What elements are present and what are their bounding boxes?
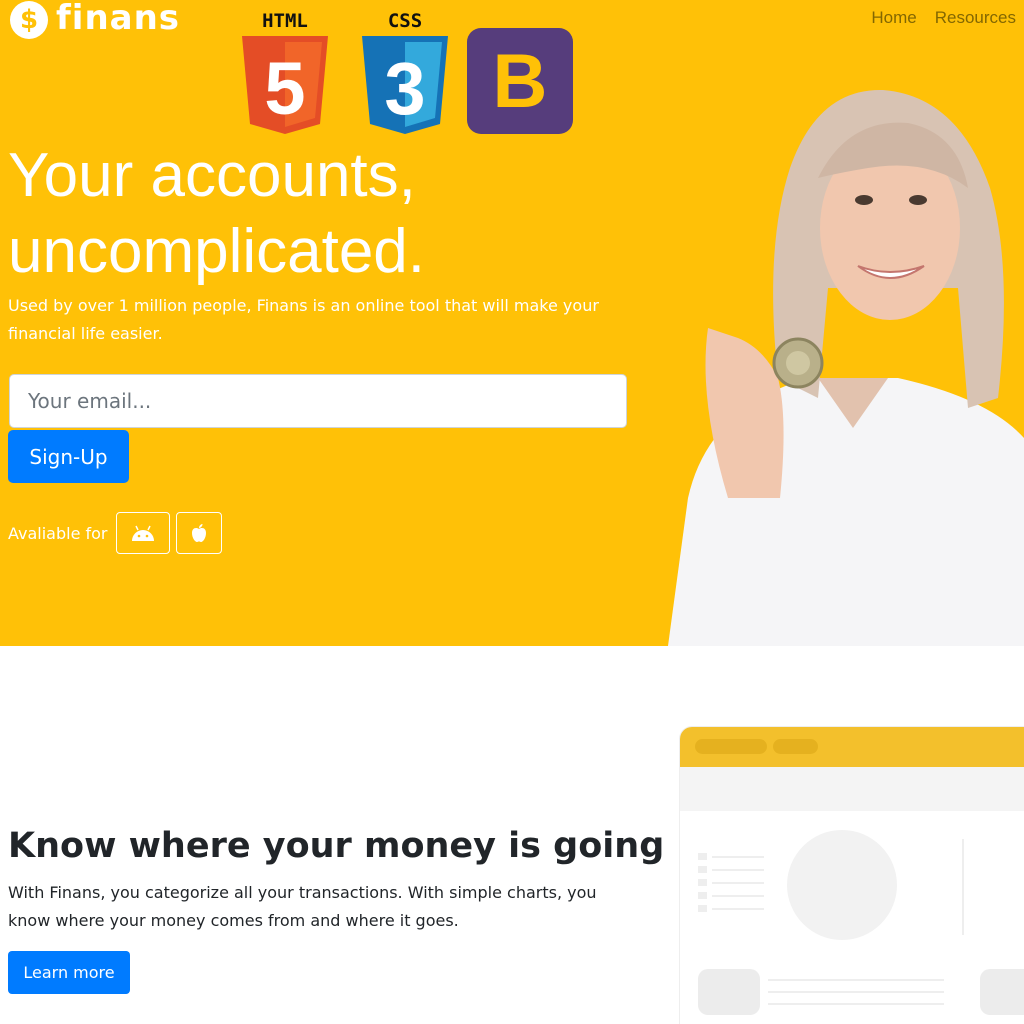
- mockup-subheader: [680, 767, 1024, 811]
- hero-lead-text: Used by over 1 million people, Finans is…: [8, 296, 599, 343]
- available-for-label: Avaliable for: [8, 523, 108, 543]
- css3-digit: 3: [384, 47, 425, 130]
- mockup-list-bullet: [698, 879, 707, 886]
- learn-more-button[interactable]: Learn more: [8, 951, 130, 994]
- brand-logo[interactable]: $ finans: [10, 0, 180, 40]
- signup-button[interactable]: Sign-Up: [8, 430, 129, 483]
- nav-link-resources[interactable]: Resources: [935, 8, 1016, 28]
- brand-name: finans: [56, 0, 181, 38]
- android-icon: [131, 525, 154, 541]
- apple-store-button[interactable]: [175, 512, 222, 554]
- html5-digit: 5: [264, 47, 305, 130]
- hero-headline-line-2: uncomplicated.: [8, 217, 426, 286]
- mockup-list-bullet: [698, 892, 707, 899]
- mockup-header-pill: [773, 739, 818, 754]
- css3-shield-icon: 3: [362, 36, 448, 134]
- nav-link-home[interactable]: Home: [871, 8, 916, 28]
- mockup-card: [980, 969, 1024, 1015]
- hero-headline-line-1: Your accounts,: [8, 141, 416, 210]
- bootstrap-logo: B: [467, 28, 573, 134]
- mockup-header-pill: [695, 739, 767, 754]
- mockup-list-line: [712, 869, 764, 871]
- css3-badge: CSS 3: [360, 10, 450, 138]
- mockup-list-line: [712, 882, 764, 884]
- html5-badge-label: HTML: [262, 10, 308, 32]
- app-dashboard-mockup: [680, 727, 1024, 1024]
- html5-badge: HTML 5: [240, 10, 330, 138]
- mockup-list-line: [712, 895, 764, 897]
- mockup-divider: [962, 839, 964, 935]
- css3-badge-label: CSS: [387, 10, 423, 32]
- feature-title: Know where your money is going: [8, 826, 665, 866]
- mockup-list-line: [712, 856, 764, 858]
- html5-shield-icon: 5: [242, 36, 328, 134]
- apple-icon: [191, 524, 206, 542]
- hero-headline: Your accounts, uncomplicated.: [8, 138, 425, 290]
- hero-section: $ finans Home Resources HTML 5 CSS 3 B Y…: [0, 0, 1024, 646]
- mockup-pie-chart: [787, 830, 897, 940]
- email-input[interactable]: [9, 374, 627, 428]
- android-store-button[interactable]: [115, 512, 170, 554]
- mockup-card-line: [768, 991, 944, 993]
- mockup-list-bullet: [698, 866, 707, 873]
- feature-description: With Finans, you categorize all your tra…: [8, 883, 597, 930]
- mockup-card-line: [768, 979, 944, 981]
- mockup-header-bar: [680, 727, 1024, 767]
- platform-availability: Avaliable for: [8, 512, 222, 554]
- mockup-card: [698, 969, 760, 1015]
- mockup-list-line: [712, 908, 764, 910]
- top-nav: Home Resources: [871, 8, 1016, 28]
- mockup-list-bullet: [698, 905, 707, 912]
- dollar-coin-icon: $: [10, 1, 48, 39]
- mockup-list-bullet: [698, 853, 707, 860]
- mockup-card-line: [768, 1003, 944, 1005]
- woman-holding-coin-photo: [668, 89, 1024, 646]
